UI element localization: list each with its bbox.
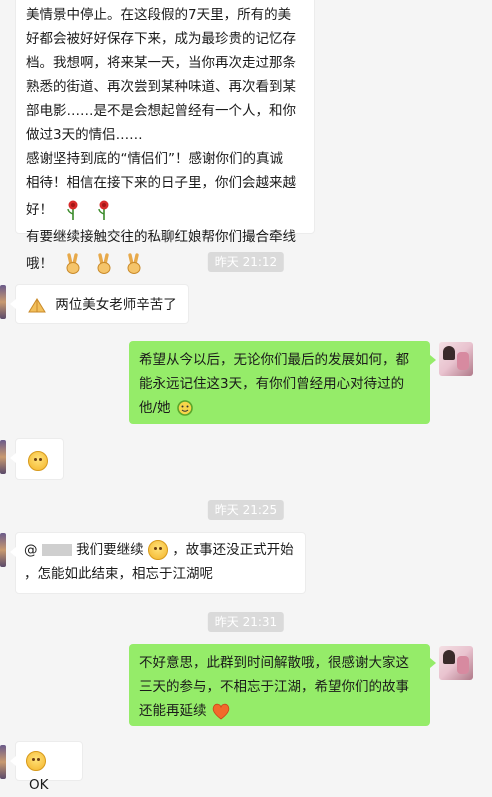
timestamp: 昨天 21:25 — [207, 500, 285, 520]
message-bubble-left[interactable]: 美情景中停止。在这段假的7天里，所有的美 好都会被好好保存下来，成为最珍贵的记忆… — [15, 0, 315, 274]
message-bubble-left[interactable]: @ 我们要继续 ，故事还没正式开始 ，怎能如此结束，相忘于江湖呢 — [10, 532, 306, 594]
message-line: 他/她 — [139, 396, 420, 420]
message-bubble-right[interactable]: 希望从今以后，无论你们最后的发展如何，都 能永远记住这3天，有你们曾经用心对待过… — [129, 341, 436, 424]
avatar[interactable] — [0, 745, 6, 779]
avatar[interactable] — [0, 440, 6, 474]
message-text: 还能再延续 — [139, 703, 207, 719]
message-bubble-left[interactable]: OK — [10, 741, 83, 793]
rose-icon — [67, 200, 78, 220]
avatar[interactable] — [0, 285, 6, 319]
timestamp: 昨天 21:31 — [207, 612, 285, 632]
victory-hand-icon — [66, 253, 80, 274]
smile-icon — [177, 400, 193, 416]
message-text: OK — [29, 777, 49, 793]
message-line: 部电影……是不是会想起曾经有一个人，和你 — [26, 103, 296, 119]
message-line: 做过3天的情侣…… — [26, 127, 143, 143]
blurred-username — [41, 544, 72, 556]
message-text: 好！ — [26, 202, 53, 218]
message-bubble-left[interactable] — [10, 438, 64, 480]
message-bubble-right[interactable]: 不好意思，此群到时间解散哦，很感谢大家这 三天的参与，不相忘于江湖，希望你们的故… — [129, 644, 436, 726]
message-line: 熟悉的街道、再次尝到某种味道、再次看到某 — [26, 79, 296, 95]
message-line: 三天的参与，不相忘于江湖，希望你们的故事 — [139, 679, 409, 695]
message-text: 我们要继续 — [76, 542, 144, 558]
pray-hands-icon — [28, 298, 46, 313]
victory-hand-icon — [127, 253, 141, 274]
message-bubble-left[interactable]: 两位美女老师辛苦了 — [10, 284, 189, 324]
rose-icon — [97, 200, 109, 220]
message-line: 能永远记住这3天，有你们曾经用心对待过的 — [139, 376, 405, 392]
message-line: ，怎能如此结束，相忘于江湖呢 — [24, 566, 213, 582]
message-line: 感谢坚持到底的“情侣们”！感谢你们的真诚 — [26, 151, 283, 167]
message-line: 好都会被好好保存下来，成为最珍贵的记忆存 — [26, 31, 296, 47]
message-text: 哦！ — [26, 256, 53, 272]
message-text: 他/她 — [139, 400, 171, 416]
avatar[interactable] — [439, 646, 473, 680]
message-line: 希望从今以后，无论你们最后的发展如何，都 — [139, 352, 409, 368]
timestamp: 昨天 21:12 — [207, 252, 285, 272]
message-text: ，故事还没正式开始 — [172, 542, 294, 558]
message-text: 两位美女老师辛苦了 — [55, 297, 177, 313]
message-line: 有要继续接触交往的私聊红娘帮你们撮合牵线 — [26, 229, 296, 245]
message-line: 不好意思，此群到时间解散哦，很感谢大家这 — [139, 655, 409, 671]
avatar[interactable] — [439, 342, 473, 376]
message-line: 美情景中停止。在这段假的7天里，所有的美 — [26, 7, 292, 23]
message-line: 好！ — [26, 195, 304, 225]
message-line: 相待！相信在接下来的日子里，你们会越来越 — [26, 175, 296, 191]
smile-icon — [26, 751, 46, 771]
heart-icon — [212, 703, 230, 720]
smile-icon — [28, 451, 48, 471]
message-line: 档。我想啊，将来某一天，当你再次走过那条 — [26, 55, 296, 71]
victory-hand-icon — [97, 253, 111, 274]
smile-icon — [147, 540, 168, 560]
avatar[interactable] — [0, 533, 6, 567]
message-line: 还能再延续 — [139, 699, 420, 723]
mention-at: @ — [24, 542, 38, 558]
message-line: @ 我们要继续 ，故事还没正式开始 — [24, 538, 297, 562]
